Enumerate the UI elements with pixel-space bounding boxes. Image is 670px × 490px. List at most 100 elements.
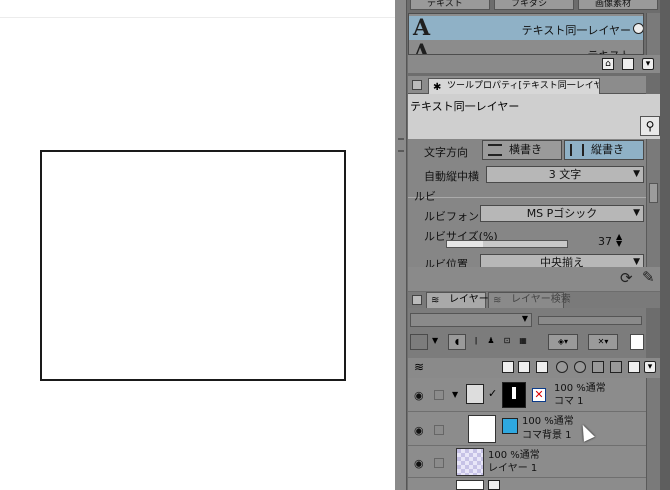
horizontal-writing-button[interactable]: 横書き <box>482 140 562 160</box>
property-bottom-bar: ⟳ ✎ <box>408 267 660 291</box>
new-page-icon[interactable] <box>622 58 634 70</box>
palette-menu-icon[interactable] <box>412 295 422 305</box>
layer-row[interactable]: ◉ 100 %通常 レイヤー 1 <box>408 446 646 478</box>
tab-balloon-material[interactable]: フキダシ <box>494 0 574 10</box>
tool-property-header: ✱ ツールプロパティ[テキスト同一レイヤー] <box>408 76 646 94</box>
panel-splitter[interactable] <box>395 0 407 490</box>
layer-row[interactable]: ◉ 100 %通常 コマ背景 1 <box>408 412 646 446</box>
chevron-down-icon: ▼ <box>633 208 640 218</box>
panel-edge <box>660 0 670 490</box>
draft-icon[interactable]: ♟ <box>484 334 498 350</box>
layer-lock-toggle[interactable] <box>434 390 444 400</box>
magnifier-icon: ⚲ <box>645 119 655 133</box>
magnifier-icon[interactable] <box>633 23 643 34</box>
folder-icon[interactable]: ⌂ <box>602 58 614 70</box>
horizontal-label: 横書き <box>509 143 542 156</box>
clip-icon[interactable]: ◖ <box>448 334 466 350</box>
section-divider <box>408 197 646 198</box>
tab-label: フキダシ <box>511 0 548 9</box>
color-swatch[interactable] <box>630 334 644 350</box>
chevron-down-icon: ▼ <box>521 314 528 323</box>
tab-label: 画像素材 <box>595 0 632 9</box>
ruby-size-slider[interactable] <box>446 240 568 248</box>
ruby-font-value: MS Pゴシック <box>526 207 598 220</box>
mask-add-icon[interactable] <box>592 361 604 373</box>
layer-row[interactable] <box>408 478 646 490</box>
layer-row[interactable]: ◉ ▼ ✓ ✕ 100 %通常 コマ 1 <box>408 378 646 412</box>
blend-mode-select[interactable]: ▼ <box>410 313 532 327</box>
layer-toolbar: ≋ ▾ <box>408 358 660 378</box>
splitter-grip[interactable] <box>398 138 404 152</box>
magnifier-button[interactable]: ⚲ <box>640 116 660 136</box>
material-item[interactable]: A テキスト <box>409 41 643 54</box>
reference-icon[interactable]: ǀ <box>470 334 482 350</box>
layer-name: コマ 1 <box>554 396 584 407</box>
layer-lock-toggle[interactable] <box>434 458 444 468</box>
mask-apply-icon[interactable] <box>610 361 622 373</box>
tool-property-title-area: テキスト同一レイヤー ⚲ <box>408 94 660 139</box>
merge-icon[interactable] <box>574 361 586 373</box>
ruby-font-select[interactable]: MS Pゴシック ▼ <box>480 205 644 222</box>
transfer-down-icon[interactable] <box>556 361 568 373</box>
canvas-area[interactable] <box>0 0 395 490</box>
layer-thumbnail <box>502 382 526 408</box>
layer-name: レイヤー 1 <box>488 463 538 474</box>
checkmark-icon: ✓ <box>488 387 498 400</box>
gear-icon: ✱ <box>433 82 442 93</box>
tab-tool-property[interactable]: ✱ ツールプロパティ[テキスト同一レイヤー] <box>428 78 600 94</box>
wrench-icon[interactable]: ✎ <box>642 268 655 286</box>
auto-tcy-label: 自動縦中横 <box>424 170 479 183</box>
layer-controls: ▼ ▼ ◖ ǀ ♟ ⊡ ▦ ◈▾ ✕▾ <box>408 308 646 358</box>
layer-thumbnail <box>468 415 496 443</box>
vertical-writing-button[interactable]: 縦書き <box>564 140 644 160</box>
eye-icon[interactable]: ◉ <box>414 425 426 436</box>
material-scrollbar[interactable] <box>646 13 660 55</box>
property-scrollbar[interactable] <box>646 139 660 267</box>
layer-color-button[interactable] <box>410 334 428 350</box>
eye-icon[interactable]: ◉ <box>414 458 426 469</box>
new-raster-layer-icon[interactable] <box>502 361 514 373</box>
tab-text-material[interactable]: テキスト <box>410 0 490 10</box>
layer-scrollbar[interactable] <box>646 378 660 490</box>
trash-icon[interactable]: ▾ <box>642 58 654 70</box>
trash-icon[interactable]: ▾ <box>644 361 656 373</box>
layer-list: ◉ ▼ ✓ ✕ 100 %通常 コマ 1 ◉ 100 %通常 コマ背景 1 ◉ <box>408 378 646 490</box>
tab-layer[interactable]: ≋ レイヤー <box>426 292 489 308</box>
material-name: テキスト同一レイヤー <box>521 24 631 37</box>
new-vector-layer-icon[interactable] <box>518 361 530 373</box>
reset-icon[interactable]: ⟳ <box>620 269 633 287</box>
new-folder-icon[interactable] <box>536 361 548 373</box>
canvas-ruler-line <box>0 17 395 18</box>
chevron-down-icon[interactable]: ▼ <box>432 336 438 345</box>
eye-icon[interactable]: ◉ <box>414 390 426 401</box>
stepper-icon[interactable]: ▲ ▼ <box>616 233 622 248</box>
chevron-down-icon: ▼ <box>633 257 640 267</box>
tab-layer-search[interactable]: ≋ レイヤー検索 <box>488 292 571 308</box>
palette-menu-icon[interactable] <box>412 80 422 90</box>
ruby-size-value: 37 <box>598 235 612 248</box>
layer-options-icon[interactable]: ≋ <box>414 360 424 374</box>
tool-name: テキスト同一レイヤー <box>410 100 520 113</box>
layer-thumbnail <box>456 480 484 490</box>
scroll-thumb[interactable] <box>649 183 658 203</box>
transparency-lock-icon[interactable]: ▦ <box>516 334 530 350</box>
layer-opacity-mode: 100 %通常 <box>522 416 574 427</box>
lock-icon[interactable]: ⊡ <box>500 334 514 350</box>
layer-lock-toggle[interactable] <box>434 425 444 435</box>
layer-opacity-mode: 100 %通常 <box>488 450 540 461</box>
layer-name: コマ背景 1 <box>522 430 572 441</box>
tab-image-material[interactable]: 画像素材 <box>578 0 658 10</box>
mask-button[interactable]: ◈▾ <box>548 334 578 350</box>
manga-frame[interactable] <box>40 150 346 381</box>
expand-toggle-icon[interactable]: ▼ <box>452 390 458 399</box>
tab-label: テキスト <box>427 0 463 9</box>
material-name: テキスト <box>587 47 631 54</box>
pin-icon[interactable] <box>628 361 640 373</box>
auto-tcy-select[interactable]: 3 文字 ▼ <box>486 166 644 183</box>
opacity-slider[interactable] <box>538 316 642 325</box>
ruby-position-select[interactable]: 中央揃え ▼ <box>480 254 644 267</box>
ruler-button[interactable]: ✕▾ <box>588 334 618 350</box>
mask-icon: ✕ <box>532 388 546 402</box>
material-item[interactable]: A テキスト同一レイヤー <box>409 16 643 40</box>
layer-search-icon: ≋ <box>493 295 502 306</box>
